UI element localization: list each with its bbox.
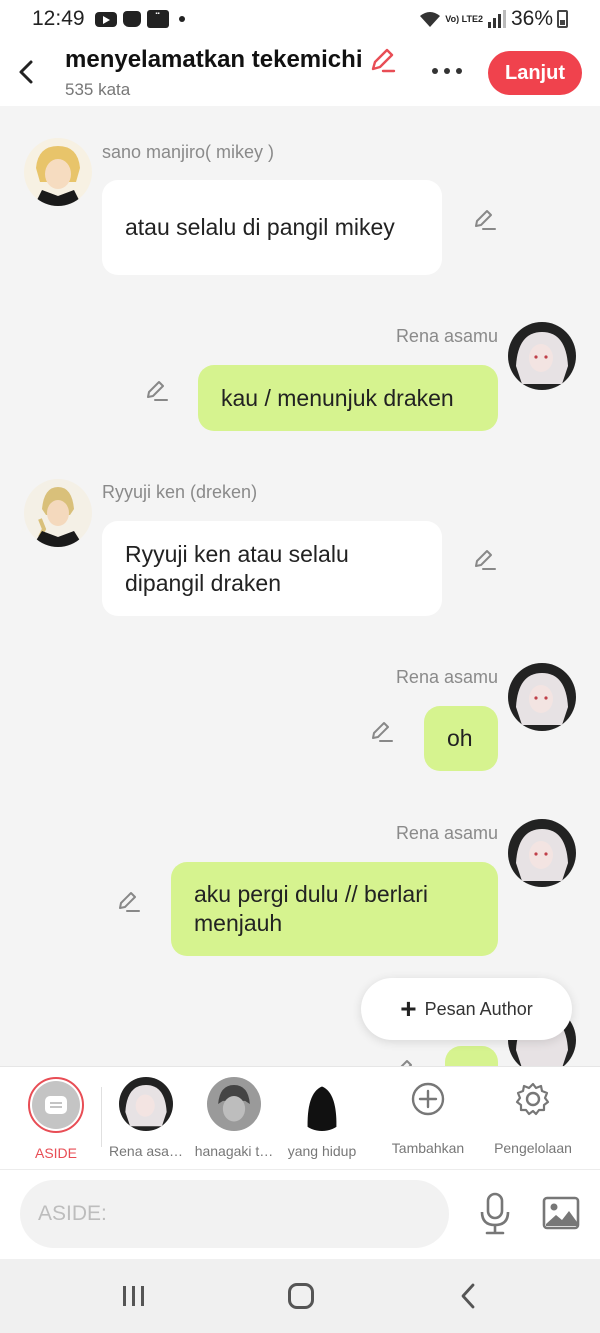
sender-name: Rena asamu <box>395 667 498 687</box>
plus-icon: + <box>400 993 417 1024</box>
story-header: menyelamatkan tekemichi 535 kata Lanjut <box>0 38 600 106</box>
system-back-icon[interactable] <box>460 1283 476 1309</box>
more-notifications-dot-icon <box>178 16 185 22</box>
message-input[interactable] <box>20 1180 449 1248</box>
message-bubble-partial[interactable] <box>445 1046 498 1066</box>
blonde-character-avatar[interactable] <box>24 138 92 206</box>
edit-message-pencil-icon[interactable] <box>115 888 141 914</box>
manage-characters-button[interactable]: Pengelolaan <box>488 1077 578 1156</box>
battery-percent: 36% <box>510 7 553 30</box>
gear-icon <box>515 1082 550 1116</box>
sender-name: Ryyuji ken (dreken) <box>102 482 258 502</box>
youtube-notification-icon <box>94 11 117 27</box>
braid-character-avatar[interactable] <box>24 479 92 547</box>
character-rena[interactable]: Rena asa… <box>101 1077 191 1159</box>
white-hair-character-avatar <box>119 1077 173 1131</box>
signal-icon <box>487 10 506 28</box>
message-author-button[interactable]: + Pesan Author <box>361 978 572 1040</box>
character-label: Rena asa… <box>109 1143 183 1159</box>
sender-name: Rena asamu <box>395 326 498 346</box>
battery-icon <box>557 10 568 28</box>
word-count: 535 kata <box>65 80 131 99</box>
character-bar: ASIDE Rena asa… hanagaki t… yang hidup T… <box>0 1066 600 1169</box>
system-navigation-bar <box>0 1259 600 1333</box>
white-hair-character-avatar[interactable] <box>508 663 576 731</box>
edit-message-pencil-icon[interactable] <box>471 546 497 572</box>
input-bar <box>0 1169 600 1259</box>
edit-message-pencil-icon[interactable] <box>143 377 169 403</box>
aside-note-icon <box>45 1096 67 1114</box>
edit-message-pencil-icon[interactable] <box>368 718 394 744</box>
sender-name: Rena asamu <box>395 823 498 843</box>
message-bubble[interactable]: kau / menunjuk draken <box>198 365 498 431</box>
sender-name: sano manjiro( mikey ) <box>102 142 275 162</box>
manage-label: Pengelolaan <box>494 1140 572 1156</box>
add-circle-icon <box>411 1082 445 1116</box>
microphone-icon[interactable] <box>478 1192 512 1236</box>
grey-sketch-character-avatar <box>207 1077 261 1131</box>
app-notification-icon <box>122 11 141 27</box>
network-type-label: Vo) LTE2 <box>445 13 483 24</box>
character-aside[interactable]: ASIDE <box>11 1077 101 1161</box>
message-bubble[interactable]: aku pergi dulu // berlari menjauh <box>171 862 498 956</box>
silhouette-character-avatar <box>295 1077 349 1131</box>
wifi-icon <box>420 12 441 27</box>
character-hanagaki[interactable]: hanagaki t… <box>189 1077 279 1159</box>
character-label: hanagaki t… <box>194 1143 274 1159</box>
white-hair-character-avatar[interactable] <box>508 819 576 887</box>
webtoon-notification-icon: ▪▪ <box>146 10 169 28</box>
chat-area[interactable]: sano manjiro( mikey ) atau selalu di pan… <box>0 106 600 1066</box>
back-arrow-icon[interactable] <box>14 58 38 86</box>
character-label: yang hidup <box>287 1143 357 1159</box>
image-upload-icon[interactable] <box>542 1196 580 1230</box>
message-author-label: Pesan Author <box>424 998 533 1019</box>
edit-title-pencil-icon[interactable] <box>368 46 396 74</box>
status-time: 12:49 <box>32 7 85 30</box>
status-bar: 12:49 ▪▪ Vo) LTE2 36% <box>0 0 600 38</box>
message-bubble[interactable]: atau selalu di pangil mikey <box>102 180 442 275</box>
add-character-label: Tambahkan <box>391 1140 465 1156</box>
character-label: ASIDE <box>34 1145 77 1161</box>
more-options-icon[interactable] <box>432 68 462 74</box>
edit-message-pencil-icon[interactable] <box>471 206 497 232</box>
recent-apps-icon[interactable] <box>122 1285 146 1307</box>
character-yang-hidup[interactable]: yang hidup <box>277 1077 367 1159</box>
aside-selector <box>28 1077 84 1133</box>
story-title: menyelamatkan tekemichi <box>65 46 363 73</box>
message-bubble[interactable]: Ryyuji ken atau selalu dipangil draken <box>102 521 442 616</box>
home-icon[interactable] <box>288 1283 314 1309</box>
edit-message-pencil-icon[interactable] <box>391 1056 417 1066</box>
message-bubble[interactable]: oh <box>424 706 498 771</box>
add-character-button[interactable]: Tambahkan <box>383 1077 473 1156</box>
next-button[interactable]: Lanjut <box>488 51 582 95</box>
white-hair-character-avatar[interactable] <box>508 322 576 390</box>
